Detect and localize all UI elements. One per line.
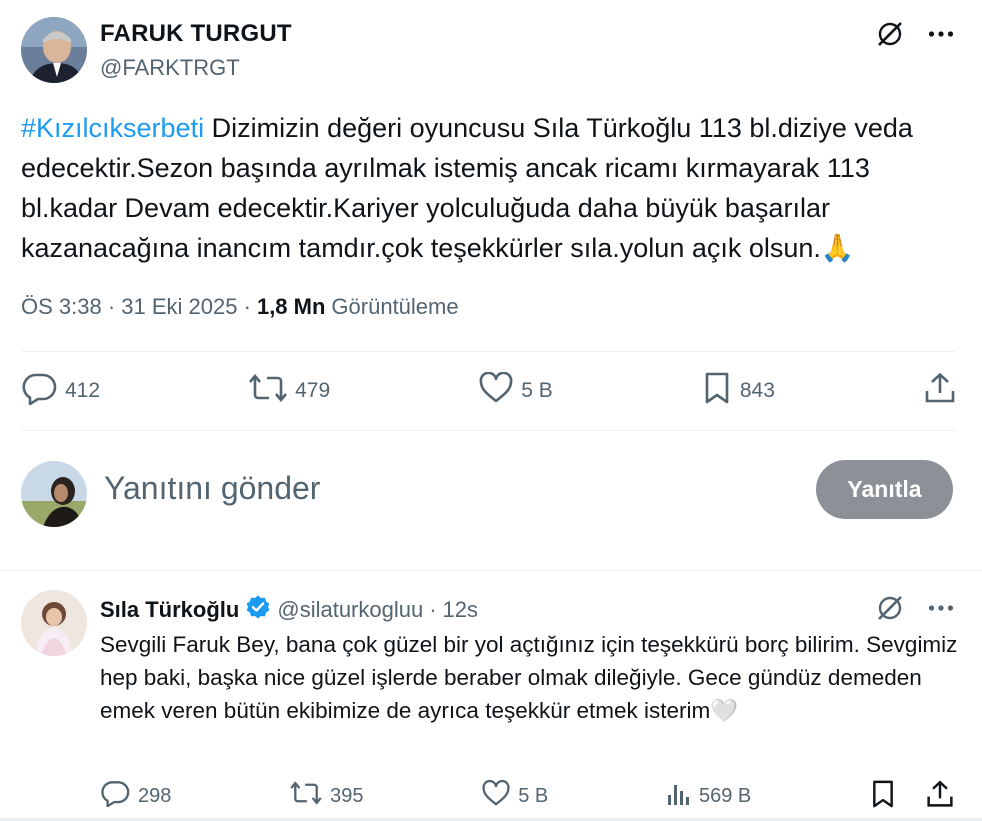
reply-body: Sevgili Faruk Bey, bana çok güzel bir yo… [100, 632, 958, 723]
like-count: 5 B [521, 379, 553, 402]
reply-action[interactable]: 412 [21, 371, 100, 411]
tweet-meta: ÖS 3:38 · 31 Eki 2025 · 1,8 Mn Görüntüleme [21, 294, 459, 320]
share-action[interactable] [924, 372, 956, 410]
views-count: 1,8 Mn [256, 294, 326, 319]
more-icon[interactable] [928, 30, 954, 38]
tweet-action-bar: 412 479 5 B 843 [21, 352, 956, 430]
reply-repost-count: 395 [330, 784, 364, 807]
more-icon[interactable] [928, 604, 954, 612]
views-icon [667, 781, 691, 811]
share-icon [924, 372, 956, 410]
repost-icon [290, 779, 322, 813]
reply-icon [100, 779, 130, 813]
repost-count: 479 [295, 379, 331, 402]
pray-emoji: 🙏 [820, 233, 855, 263]
section-divider [0, 570, 982, 571]
reply-text: Sevgili Faruk Bey, bana çok güzel bir yo… [100, 628, 960, 727]
white-heart-emoji: 🤍 [710, 698, 739, 723]
reply-time[interactable]: 12s [443, 597, 478, 623]
hashtag-link[interactable]: #Kızılcıkserbeti [21, 113, 204, 143]
reply-header: Sıla Türkoğlu @silaturkogluu · 12s [100, 594, 478, 626]
reply-actions-right [870, 779, 954, 814]
meta-separator-2: · [243, 294, 251, 319]
author-avatar[interactable] [21, 17, 87, 83]
tweet-text: #Kızılcıkserbeti Dizimizin değeri oyuncu… [21, 108, 961, 268]
tweet-date[interactable]: 31 Eki 2025 [121, 294, 237, 320]
reply-like-action[interactable]: 5 B [482, 779, 549, 813]
reply-views-count: 569 B [698, 784, 752, 807]
views-label: Görüntüleme [331, 294, 459, 319]
reply-reply-action[interactable]: 298 [100, 779, 171, 813]
reply-action-bar: 298 395 5 B 569 B [100, 778, 954, 814]
bookmark-icon[interactable] [870, 779, 896, 814]
tweet-time[interactable]: ÖS 3:38 [21, 294, 102, 320]
like-icon [479, 371, 513, 410]
like-action[interactable]: 5 B [479, 371, 553, 410]
repost-action[interactable]: 479 [249, 371, 330, 411]
divider-bottom [21, 430, 956, 431]
reply-repost-action[interactable]: 395 [290, 779, 363, 813]
share-icon[interactable] [926, 780, 954, 813]
reply-reply-count: 298 [138, 784, 172, 807]
grok-icon[interactable] [876, 20, 904, 48]
reply-author-name[interactable]: Sıla Türkoğlu [100, 597, 239, 623]
reply-like-count: 5 B [518, 784, 549, 807]
reply-author-handle[interactable]: @silaturkogluu [277, 597, 423, 623]
reply-count: 412 [65, 379, 101, 402]
reply-submit-button[interactable]: Yanıtla [816, 460, 953, 519]
reply-top-actions [876, 594, 954, 622]
bookmark-count: 843 [739, 379, 775, 402]
reply-icon [21, 371, 57, 411]
author-name[interactable]: FARUK TURGUT [100, 20, 292, 48]
repost-icon [249, 371, 288, 411]
reply-input[interactable]: Yanıtını gönder [104, 470, 320, 507]
tweet-top-actions [876, 20, 954, 48]
bookmark-icon [702, 371, 732, 411]
meta-separator: · [107, 294, 116, 319]
reply-views-action[interactable]: 569 B [667, 781, 751, 811]
bookmark-action[interactable]: 843 [702, 371, 775, 411]
reply-author-avatar[interactable] [21, 590, 87, 656]
current-user-avatar[interactable] [21, 461, 87, 527]
author-handle[interactable]: @FARKTRGT [100, 55, 240, 81]
grok-icon[interactable] [876, 594, 904, 622]
reply-separator: · [429, 597, 437, 622]
like-icon [482, 779, 510, 813]
verified-badge-icon [245, 594, 271, 626]
